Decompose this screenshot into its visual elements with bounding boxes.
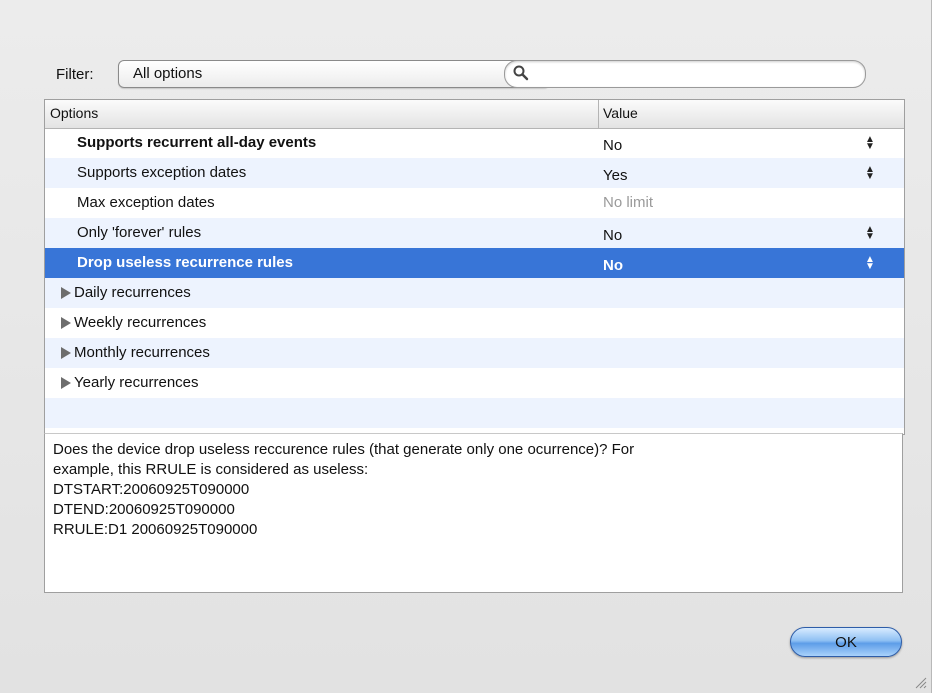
group-label: Yearly recurrences [74, 374, 199, 391]
table-row[interactable]: Max exception dates No limit [45, 188, 904, 218]
description-line: DTSTART:20060925T090000 [53, 481, 250, 498]
search-input[interactable] [533, 64, 857, 84]
disclosure-triangle-icon[interactable] [61, 317, 71, 329]
option-label: Supports exception dates [77, 164, 247, 181]
disclosure-triangle-icon[interactable] [61, 287, 71, 299]
filter-selected-value: All options [133, 65, 203, 82]
group-label: Daily recurrences [74, 284, 191, 301]
description-line: RRULE:D1 20060925T090000 [53, 521, 258, 538]
filter-label: Filter: [56, 66, 94, 83]
options-table: Options Value Supports recurrent all-day… [44, 99, 905, 435]
group-row-weekly[interactable]: Weekly recurrences [45, 308, 904, 338]
stepper-arrows-icon[interactable]: ▲ ▼ [865, 165, 875, 182]
column-divider [598, 100, 599, 128]
group-label: Monthly recurrences [74, 344, 210, 361]
description-line: DTEND:20060925T090000 [53, 501, 235, 518]
group-label: Weekly recurrences [74, 314, 207, 331]
stepper-arrows-icon[interactable]: ▲ ▼ [865, 255, 875, 272]
table-header: Options Value [45, 100, 904, 129]
disclosure-triangle-icon[interactable] [61, 377, 71, 389]
option-label: Only 'forever' rules [77, 224, 202, 241]
table-row-selected[interactable]: Drop useless recurrence rules No ▲ ▼ [45, 248, 904, 278]
empty-row [45, 398, 904, 428]
option-value[interactable]: No [603, 137, 622, 154]
column-header-value[interactable]: Value [603, 105, 638, 121]
group-row-yearly[interactable]: Yearly recurrences [45, 368, 904, 398]
group-row-monthly[interactable]: Monthly recurrences [45, 338, 904, 368]
group-row-daily[interactable]: Daily recurrences [45, 278, 904, 308]
table-row[interactable]: Supports exception dates Yes ▲ ▼ [45, 158, 904, 188]
column-header-options[interactable]: Options [50, 105, 98, 121]
magnifier-icon [513, 65, 529, 81]
stepper-arrows-icon[interactable]: ▲ ▼ [865, 225, 875, 242]
search-field[interactable] [504, 60, 866, 88]
option-label: Supports recurrent all-day events [77, 134, 317, 151]
option-description: Does the device drop useless reccurence … [44, 433, 903, 593]
table-body: Supports recurrent all-day events No ▲ ▼ … [45, 128, 904, 428]
description-line: Does the device drop useless reccurence … [53, 441, 635, 458]
resize-grip-icon[interactable] [913, 675, 927, 689]
filter-popup[interactable]: All options ▲▼ [118, 60, 550, 88]
option-value[interactable]: No [603, 257, 623, 274]
description-line: example, this RRULE is considered as use… [53, 461, 369, 478]
ok-button[interactable]: OK [790, 627, 902, 657]
stepper-arrows-icon[interactable]: ▲ ▼ [865, 135, 875, 152]
table-row[interactable]: Supports recurrent all-day events No ▲ ▼ [45, 128, 904, 158]
option-value[interactable]: Yes [603, 167, 627, 184]
option-label: Drop useless recurrence rules [77, 254, 293, 271]
option-value: No limit [603, 194, 654, 211]
table-row[interactable]: Only 'forever' rules No ▲ ▼ [45, 218, 904, 248]
disclosure-triangle-icon[interactable] [61, 347, 71, 359]
options-dialog: Filter: All options ▲▼ Options Value Sup… [0, 0, 932, 693]
option-label: Max exception dates [77, 194, 215, 211]
option-value[interactable]: No [603, 227, 622, 244]
